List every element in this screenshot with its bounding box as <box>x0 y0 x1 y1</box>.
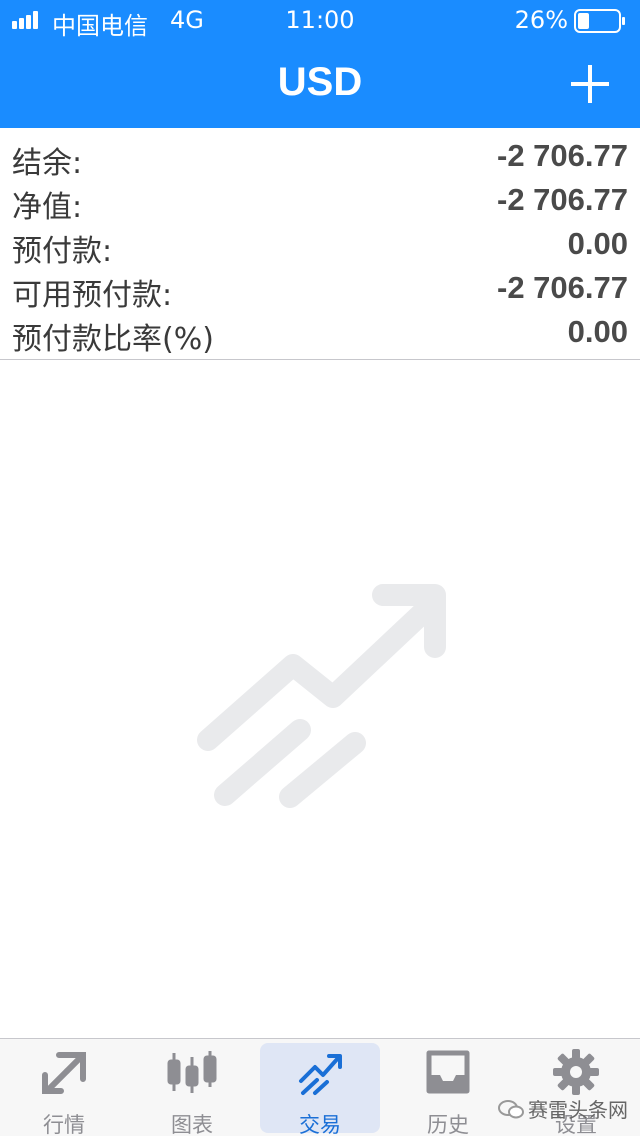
free-margin-value: -2 706.77 <box>497 270 628 305</box>
status-bar: 中国电信 4G 11:00 26% <box>0 0 640 40</box>
trade-trend-icon <box>299 1054 342 1095</box>
summary-row-free-margin: 可用预付款: -2 706.77 <box>12 264 628 313</box>
account-summary: 结余: -2 706.77 净值: -2 706.77 预付款: 0.00 可用… <box>0 128 640 360</box>
watermark-text: 赛雷头条网 <box>528 1098 628 1122</box>
margin-level-value: 0.00 <box>567 314 628 349</box>
equity-value: -2 706.77 <box>497 182 628 217</box>
summary-row-balance: 结余: -2 706.77 <box>12 132 628 181</box>
tab-history[interactable]: 历史 <box>384 1039 512 1136</box>
plus-icon[interactable] <box>570 64 610 104</box>
margin-level-label: 预付款比率(%) <box>12 322 214 357</box>
summary-row-equity: 净值: -2 706.77 <box>12 176 628 225</box>
watermark-badge: 赛雷头条网 <box>498 1094 628 1123</box>
tab-charts[interactable]: 图表 <box>128 1039 256 1136</box>
tab-trade-label: 交易 <box>299 1113 341 1136</box>
gear-icon <box>553 1049 599 1095</box>
margin-value: 0.00 <box>567 226 628 261</box>
battery-percent: 26% <box>514 6 568 34</box>
tab-trade[interactable]: 交易 <box>256 1039 384 1136</box>
page-title: USD <box>277 60 363 104</box>
wechat-icon <box>498 1099 524 1118</box>
trade-arrow-illustration-icon <box>197 584 446 808</box>
tab-quotes[interactable]: 行情 <box>0 1039 128 1136</box>
summary-row-margin-level: 预付款比率(%) 0.00 <box>12 308 628 357</box>
tab-quotes-label: 行情 <box>43 1113 85 1136</box>
tab-charts-label: 图表 <box>171 1113 213 1136</box>
tab-history-label: 历史 <box>427 1113 469 1136</box>
battery-icon <box>574 9 625 33</box>
inbox-tray-icon <box>426 1050 470 1094</box>
summary-row-margin: 预付款: 0.00 <box>12 220 628 269</box>
balance-value: -2 706.77 <box>497 138 628 173</box>
quotes-arrows-icon <box>42 1052 86 1094</box>
navigation-bar: USD <box>0 40 640 128</box>
candlestick-icon <box>167 1051 217 1093</box>
